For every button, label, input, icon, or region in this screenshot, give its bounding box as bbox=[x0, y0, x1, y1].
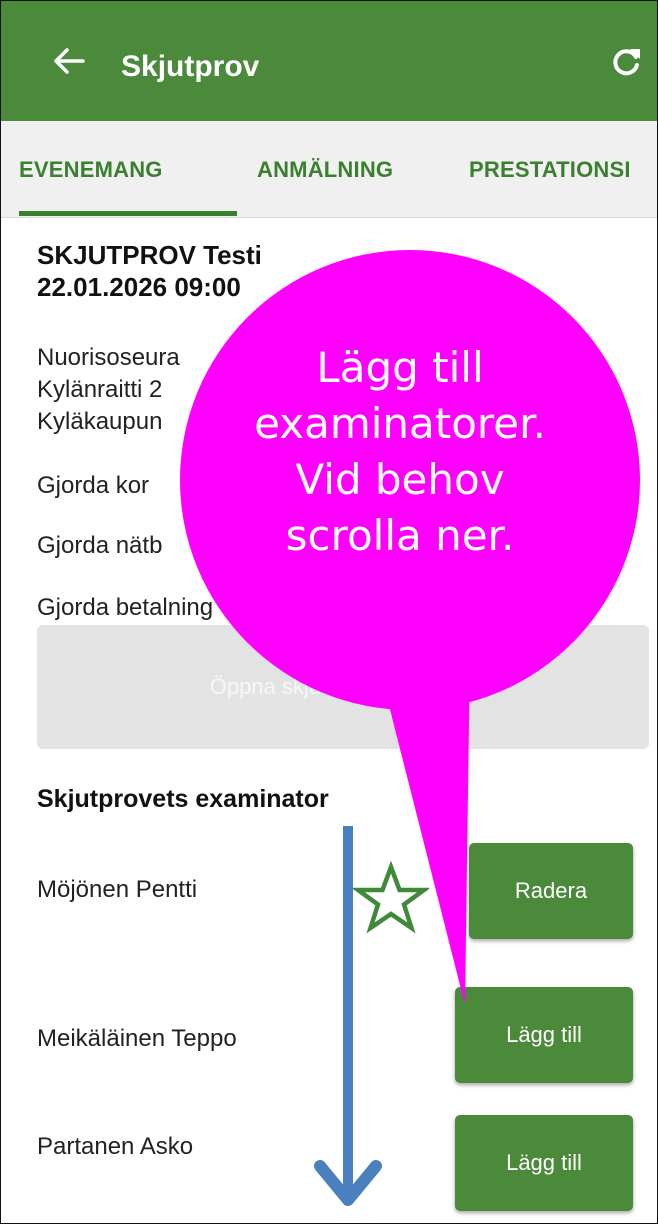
tab-bar: EVENEMANG ANMÄLNING PRESTATIONSI bbox=[1, 121, 657, 218]
event-address-line-3: Kyläkaupun bbox=[37, 408, 163, 435]
status-line-1: Gjorda kor bbox=[37, 472, 150, 499]
active-tab-indicator bbox=[19, 211, 237, 216]
tab-anmalning[interactable]: ANMÄLNING bbox=[257, 157, 393, 183]
page-title: Skjutprov bbox=[121, 50, 260, 83]
status-line-3: Gjorda betalning bbox=[37, 594, 214, 621]
callout-line-3: Vid behov bbox=[295, 455, 505, 504]
status-line-2: Gjorda nätb bbox=[37, 532, 163, 559]
callout-line-2: examinatorer. bbox=[254, 399, 546, 448]
callout-line-1: Lägg till bbox=[316, 343, 484, 392]
refresh-icon[interactable] bbox=[609, 45, 643, 79]
add-examiner-button[interactable]: Lägg till bbox=[455, 987, 633, 1083]
tab-evenemang[interactable]: EVENEMANG bbox=[19, 157, 163, 183]
callout-text: Lägg till examinatorer. Vid behov scroll… bbox=[200, 340, 600, 564]
star-icon[interactable] bbox=[353, 861, 429, 937]
event-title-block: SKJUTPROV Testi 22.01.2026 09:00 bbox=[37, 239, 262, 303]
event-title: SKJUTPROV Testi bbox=[37, 240, 262, 270]
app-screen: Skjutprov EVENEMANG ANMÄLNING PRESTATION… bbox=[0, 0, 658, 1224]
open-button-label-tail: et bbox=[457, 674, 477, 699]
add-examiner-button[interactable]: Lägg till bbox=[455, 1115, 633, 1211]
open-shooting-test-button[interactable]: Öppna skjutprov et bbox=[37, 625, 649, 749]
event-address-line-2: Kylänraitti 2 bbox=[37, 376, 163, 403]
examiner-section-title: Skjutprovets examinator bbox=[37, 785, 329, 813]
examiner-name: Möjönen Pentti bbox=[37, 876, 198, 903]
tab-prestationer[interactable]: PRESTATIONSI bbox=[469, 157, 631, 183]
app-bar: Skjutprov bbox=[1, 1, 657, 121]
arrow-left-icon[interactable] bbox=[49, 41, 89, 81]
remove-examiner-button[interactable]: Radera bbox=[469, 843, 633, 939]
open-button-label: Öppna skjutprov bbox=[209, 674, 370, 699]
examiner-name: Partanen Asko bbox=[37, 1133, 194, 1160]
examiner-name: Meikäläinen Teppo bbox=[37, 1025, 237, 1052]
callout-line-4: scrolla ner. bbox=[285, 511, 515, 560]
event-datetime: 22.01.2026 09:00 bbox=[37, 272, 241, 302]
event-address-line-1: Nuorisoseura bbox=[37, 344, 180, 371]
